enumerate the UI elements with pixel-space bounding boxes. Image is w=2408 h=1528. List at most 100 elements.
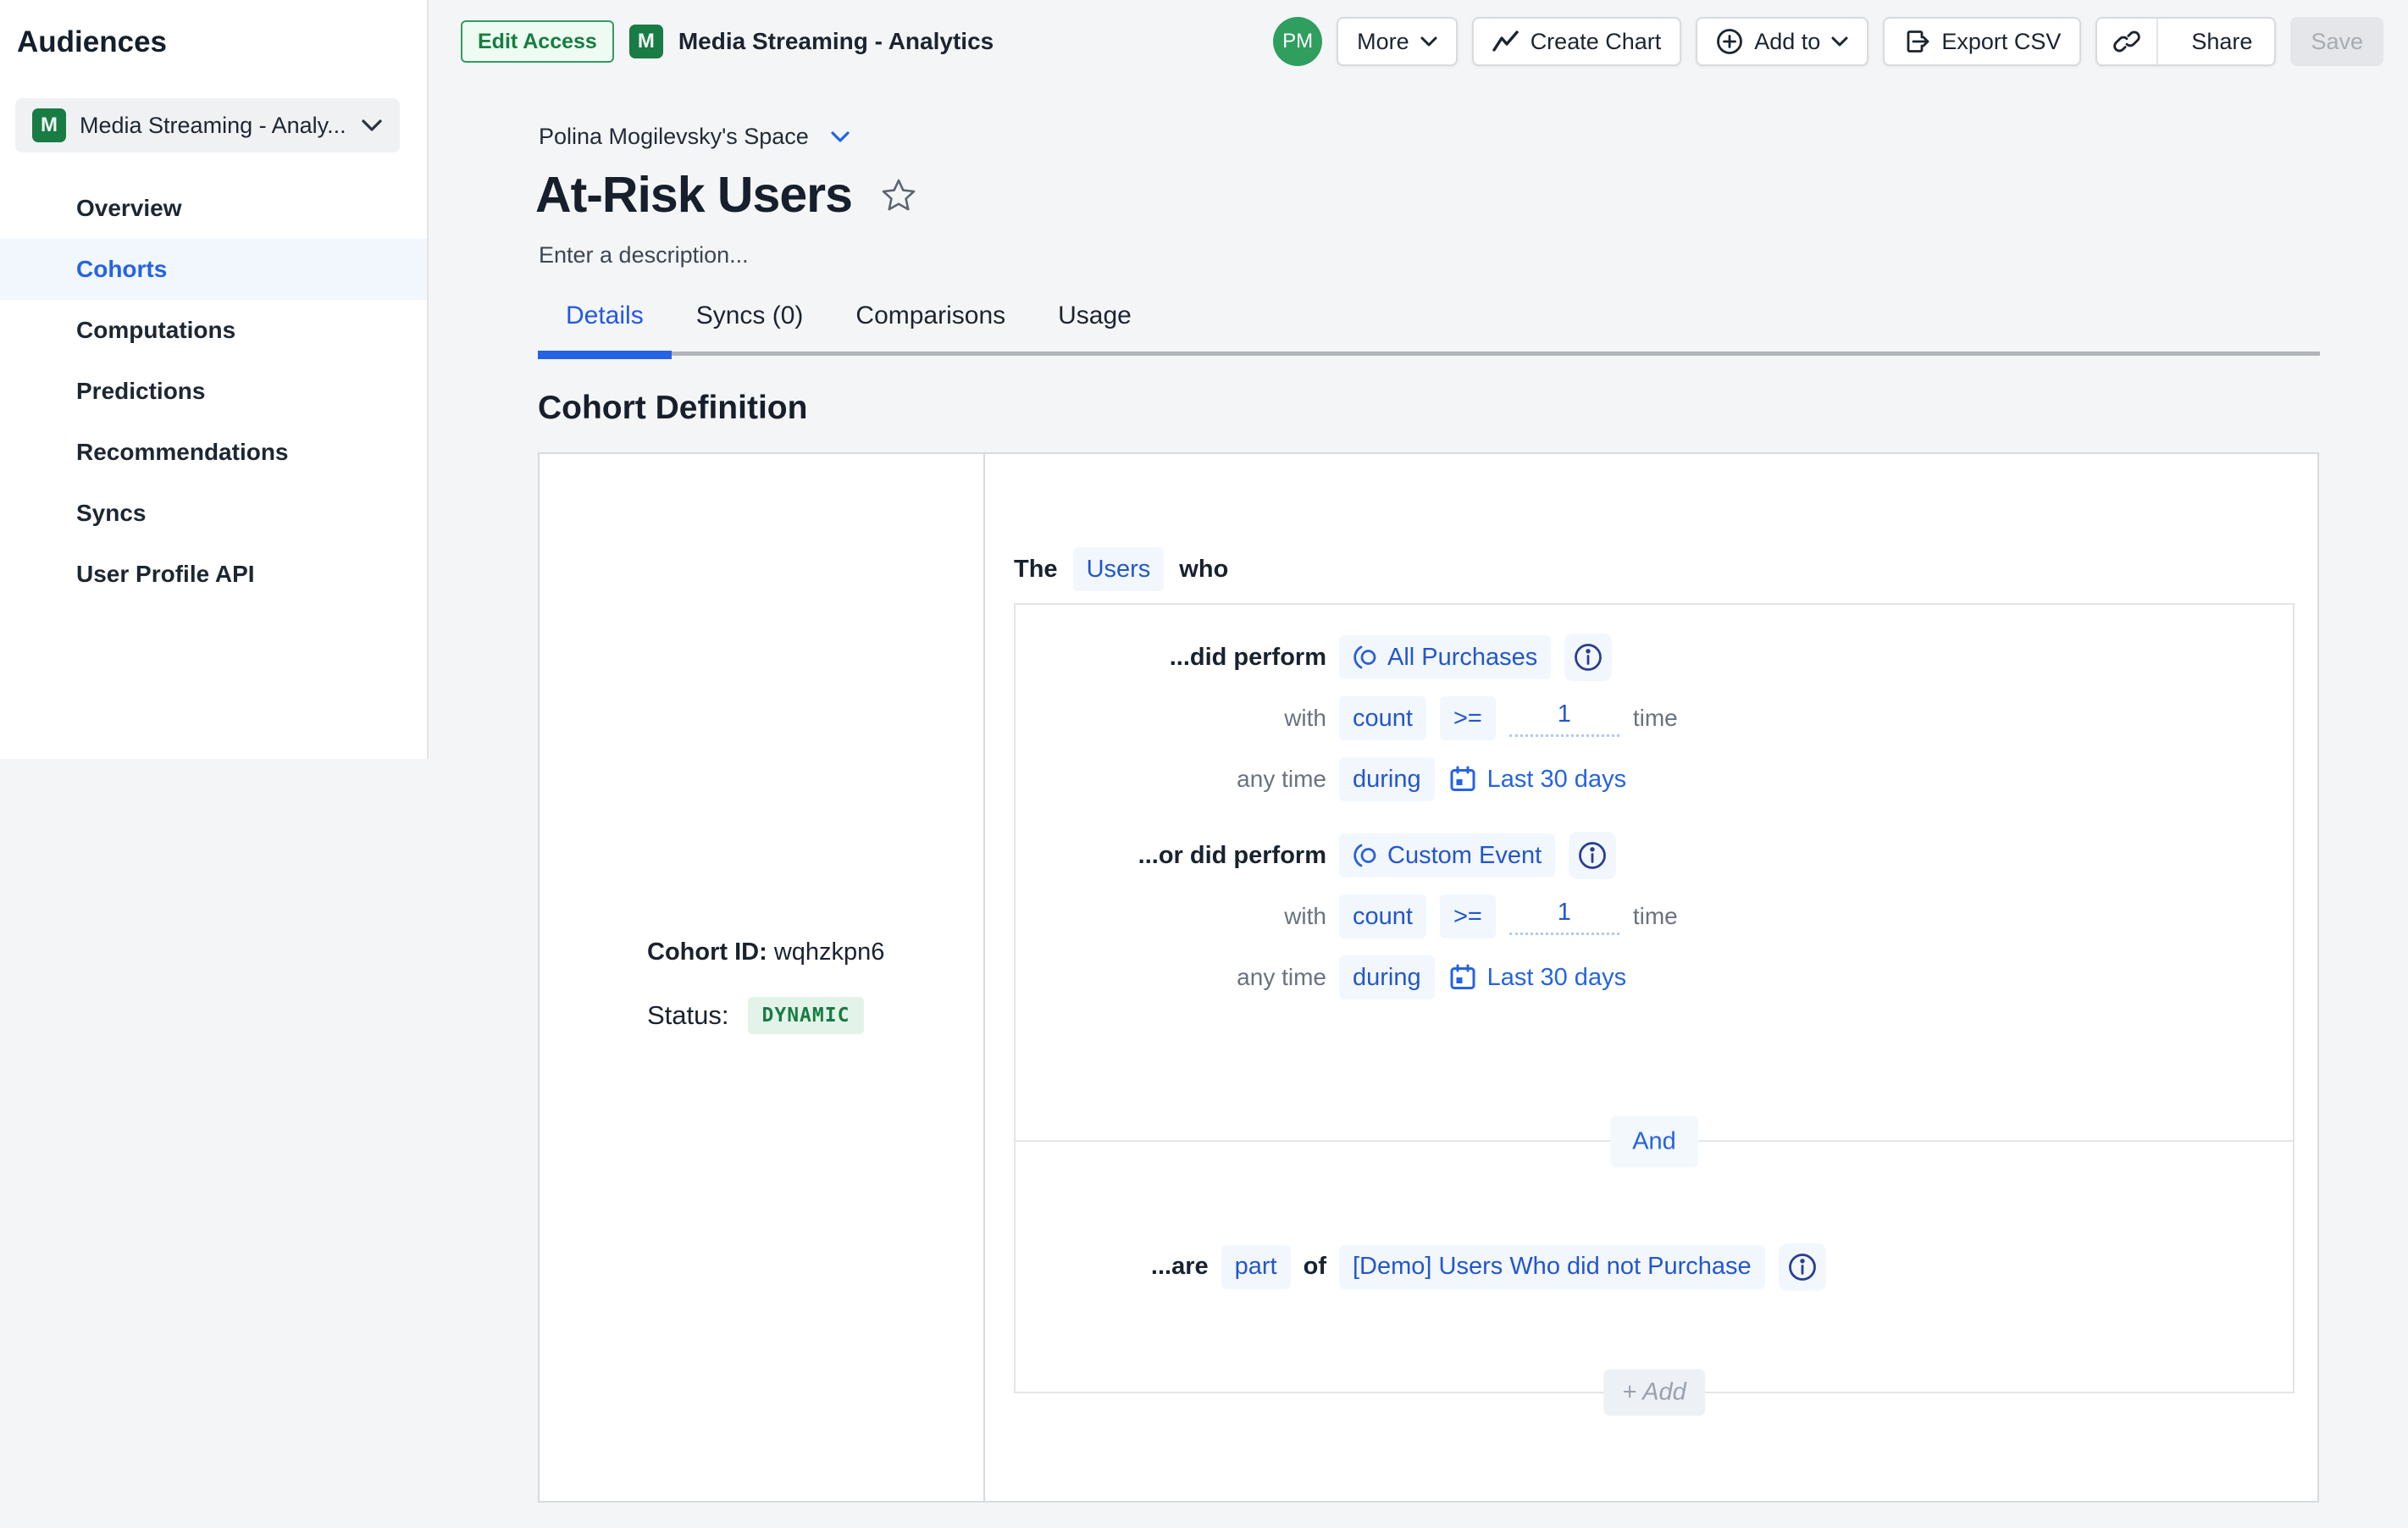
sidebar-item-user-profile-api[interactable]: User Profile API	[0, 544, 427, 605]
more-button-label: More	[1357, 29, 1409, 55]
star-icon[interactable]	[881, 178, 916, 212]
share-button[interactable]: Share	[2169, 29, 2274, 55]
info-icon	[1787, 1252, 1818, 1282]
chevron-down-icon	[1831, 36, 1848, 47]
during-pill[interactable]: during	[1339, 955, 1435, 999]
and-operator-toggle[interactable]: And	[1610, 1116, 1698, 1168]
tab-bar: Details Syncs (0) Comparisons Usage	[538, 296, 2320, 356]
cohort-definition-card: Cohort ID: wqhzkpn6 Status: DYNAMIC The …	[538, 452, 2319, 1503]
sidebar-item-cohorts[interactable]: Cohorts	[0, 239, 427, 300]
sidebar-item-recommendations[interactable]: Recommendations	[0, 422, 427, 483]
subject-post: who	[1179, 556, 1228, 584]
chevron-down-icon	[1420, 36, 1437, 47]
date-range-button[interactable]: Last 30 days	[1448, 963, 1626, 992]
event-pill[interactable]: All Purchases	[1339, 635, 1551, 679]
clause-row-timerange: any time during Last 30 days	[1016, 947, 2293, 1008]
sidebar-item-computations[interactable]: Computations	[0, 300, 427, 361]
info-icon	[1573, 642, 1603, 673]
calendar-icon	[1448, 765, 1477, 794]
page-title: At-Risk Users	[535, 166, 852, 224]
sidebar-item-overview[interactable]: Overview	[0, 178, 427, 239]
cohort-builder-panel: The Users who ...did perform All Purchas…	[987, 454, 2317, 1501]
info-button[interactable]	[1779, 1243, 1826, 1291]
subject-sentence: The Users who	[1014, 547, 1228, 591]
add-to-button[interactable]: Add to	[1696, 17, 1868, 66]
info-button[interactable]	[1569, 832, 1616, 879]
edit-access-badge: Edit Access	[461, 20, 614, 63]
operator-pill[interactable]: >=	[1440, 894, 1496, 938]
membership-clause-group: ...are part of [Demo] Users Who did not …	[1016, 1142, 2293, 1392]
cohort-pill[interactable]: [Demo] Users Who did not Purchase	[1339, 1245, 1765, 1289]
chart-line-icon	[1492, 30, 1520, 53]
during-pill[interactable]: during	[1339, 757, 1435, 801]
cohort-id-line: Cohort ID: wqhzkpn6	[647, 938, 884, 966]
event-name: All Purchases	[1387, 644, 1537, 672]
with-label: with	[1284, 903, 1326, 930]
space-name: Polina Mogilevsky's Space	[539, 124, 809, 150]
topbar-actions: PM More Create Chart Add to Export CSV	[1273, 17, 2383, 66]
title-row: At-Risk Users	[535, 166, 916, 224]
count-pill[interactable]: count	[1339, 696, 1426, 740]
tab-usage[interactable]: Usage	[1058, 296, 1132, 356]
save-button[interactable]: Save	[2290, 17, 2383, 66]
sidebar-nav: Overview Cohorts Computations Prediction…	[0, 178, 427, 605]
export-csv-label: Export CSV	[1941, 29, 2061, 55]
add-to-label: Add to	[1754, 29, 1820, 55]
membership-label: ...are	[1151, 1253, 1209, 1281]
description-input[interactable]: Enter a description...	[539, 242, 749, 269]
export-csv-button[interactable]: Export CSV	[1883, 17, 2081, 66]
clause-row-membership: ...are part of [Demo] Users Who did not …	[1016, 1237, 2293, 1298]
part-pill[interactable]: part	[1221, 1245, 1291, 1289]
clause-label: ...did perform	[1170, 644, 1326, 672]
subject-entity-pill[interactable]: Users	[1073, 547, 1165, 591]
date-range-label: Last 30 days	[1487, 964, 1626, 992]
count-value-input[interactable]: 1	[1509, 700, 1619, 737]
date-range-button[interactable]: Last 30 days	[1448, 765, 1626, 794]
date-range-label: Last 30 days	[1487, 766, 1626, 794]
cohort-id-label: Cohort ID:	[647, 938, 767, 966]
link-icon	[2113, 28, 2140, 55]
event-icon	[1353, 645, 1378, 670]
operator-pill[interactable]: >=	[1440, 696, 1496, 740]
cohort-meta-panel: Cohort ID: wqhzkpn6 Status: DYNAMIC	[540, 454, 985, 1501]
sidebar: Audiences M Media Streaming - Analy... O…	[0, 0, 429, 759]
breadcrumb-space[interactable]: Polina Mogilevsky's Space	[539, 124, 850, 150]
sidebar-item-syncs[interactable]: Syncs	[0, 483, 427, 544]
subject-pre: The	[1014, 556, 1058, 584]
share-button-group: Share	[2095, 17, 2276, 66]
tab-comparisons[interactable]: Comparisons	[855, 296, 1005, 356]
time-label: time	[1633, 903, 1678, 930]
event-icon	[1353, 843, 1378, 868]
more-button[interactable]: More	[1337, 17, 1458, 66]
create-chart-button[interactable]: Create Chart	[1472, 17, 1682, 66]
clause-container: ...did perform All Purchases	[1014, 603, 2295, 1393]
chevron-down-icon	[831, 131, 850, 143]
count-pill[interactable]: count	[1339, 894, 1426, 938]
create-chart-label: Create Chart	[1531, 29, 1662, 55]
calendar-icon	[1448, 963, 1477, 992]
tab-details[interactable]: Details	[566, 296, 644, 356]
status-line: Status: DYNAMIC	[647, 997, 884, 1034]
tab-track	[538, 352, 2320, 356]
chevron-down-icon	[361, 119, 383, 132]
event-pill[interactable]: Custom Event	[1339, 833, 1555, 877]
status-badge: DYNAMIC	[748, 997, 865, 1034]
anytime-label: any time	[1237, 964, 1326, 991]
avatar[interactable]: PM	[1273, 17, 1322, 66]
clause-row-timerange: any time during Last 30 days	[1016, 749, 2293, 810]
info-button[interactable]	[1564, 634, 1612, 681]
export-icon	[1903, 28, 1930, 55]
time-label: time	[1633, 705, 1678, 732]
share-label: Share	[2191, 29, 2252, 55]
event-name: Custom Event	[1387, 842, 1542, 870]
project-selector[interactable]: M Media Streaming - Analy...	[15, 98, 400, 152]
tab-syncs[interactable]: Syncs (0)	[696, 296, 804, 356]
behavior-clause-group: ...did perform All Purchases	[1016, 605, 2293, 1142]
membership-mid: of	[1304, 1253, 1326, 1281]
clause-row-count: with count >= 1 time	[1016, 688, 2293, 749]
status-label: Status:	[647, 1000, 729, 1031]
add-clause-button[interactable]: + Add	[1603, 1370, 1705, 1416]
count-value-input[interactable]: 1	[1509, 899, 1619, 935]
sidebar-item-predictions[interactable]: Predictions	[0, 361, 427, 422]
copy-link-button[interactable]	[2097, 19, 2158, 64]
